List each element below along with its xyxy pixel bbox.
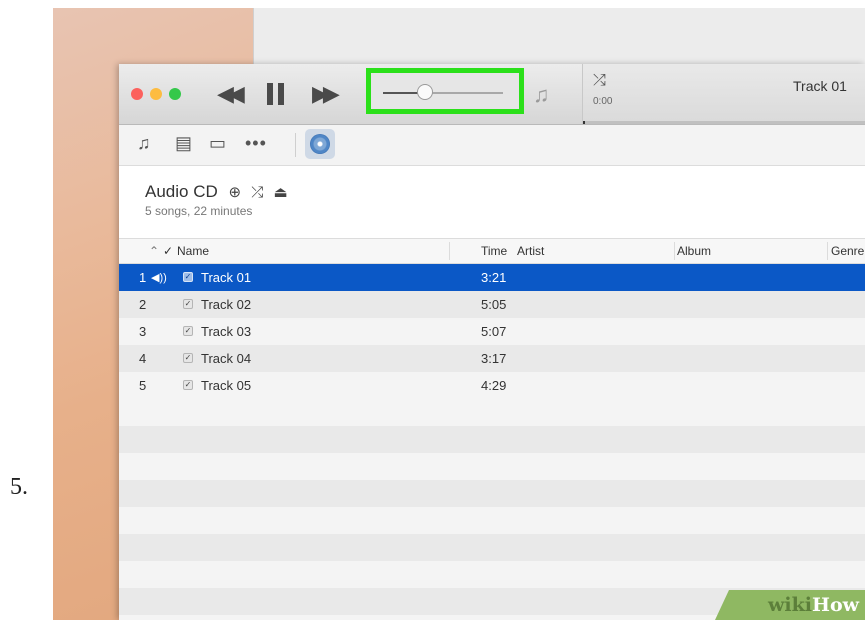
tv-icon[interactable]: ▭ [209,133,226,154]
music-note-icon[interactable]: ♫ [137,133,151,154]
track-name: Track 01 [201,270,252,285]
track-time: 3:21 [481,270,507,285]
sort-ascending-icon[interactable]: ⌃ [149,244,159,258]
track-checkbox[interactable]: ✓ [183,299,193,309]
column-artist[interactable]: Artist [517,244,544,258]
shuffle-icon[interactable]: ⤮ [251,184,266,201]
empty-row [119,399,865,426]
eject-icon[interactable]: ⏏ [273,184,290,201]
track-checkbox[interactable]: ✓ [183,326,193,336]
column-check[interactable]: ✓ [163,244,173,258]
pause-icon[interactable] [267,80,289,112]
table-header: ⌃ ✓ Name Time Artist Album Genre [119,238,865,264]
track-checkbox[interactable]: ✓ [183,272,193,282]
table-row[interactable]: 5 ✓ Track 05 4:29 [119,372,865,399]
screenshot-frame: ◀◀ ▶▶ ♫ ⤮ 0:00 Track 01 ♫ ▤ ▭ ••• Audio … [53,8,865,620]
add-icon[interactable]: ⊕ [229,184,245,201]
empty-rows [119,399,865,620]
source-header: Audio CD ⊕ ⤮ ⏏ 5 songs, 22 minutes [119,166,865,238]
minimize-button[interactable] [150,88,162,100]
wikihow-logo: wikiHow [768,594,859,616]
rewind-icon[interactable]: ◀◀ [217,80,245,108]
itunes-window: ◀◀ ▶▶ ♫ ⤮ 0:00 Track 01 ♫ ▤ ▭ ••• Audio … [119,64,865,620]
track-time: 5:07 [481,324,507,339]
speaker-icon: ◀)) [151,272,167,284]
table-row[interactable]: 2 ✓ Track 02 5:05 [119,291,865,318]
column-divider [674,242,675,260]
track-name: Track 05 [201,378,252,393]
table-row[interactable]: 4 ✓ Track 04 3:17 [119,345,865,372]
empty-row [119,534,865,561]
column-divider [827,242,828,260]
title-bar: ◀◀ ▶▶ ♫ ⤮ 0:00 Track 01 [119,64,865,125]
track-name: Track 04 [201,351,252,366]
audio-cd-icon[interactable] [305,129,335,159]
track-table: ⌃ ✓ Name Time Artist Album Genre 1 ◀)) ✓ Tr… [119,238,865,620]
track-rows: 1 ◀)) ✓ Track 01 3:21 2 ✓ Track 02 5:05 3 ✓ Track 0… [119,264,865,399]
column-album[interactable]: Album [677,244,711,258]
track-time: 5:05 [481,297,507,312]
shuffle-icon[interactable]: ⤮ [593,72,606,90]
track-index: 2 [139,297,147,312]
step-number: 5. [10,474,28,500]
track-time: 4:29 [481,378,507,393]
source-title: Audio CD [145,182,218,201]
track-name: Track 02 [201,297,252,312]
close-button[interactable] [131,88,143,100]
volume-knob[interactable] [417,84,433,100]
track-checkbox[interactable]: ✓ [183,353,193,363]
track-index: 5 [139,378,147,393]
track-index: 3 [139,324,147,339]
track-name: Track 03 [201,324,252,339]
empty-row [119,480,865,507]
background-window [253,8,865,68]
table-row[interactable]: 3 ✓ Track 03 5:07 [119,318,865,345]
track-checkbox[interactable]: ✓ [183,380,193,390]
track-index: 1 [139,270,147,285]
column-genre[interactable]: Genre [831,244,864,258]
track-index: 4 [139,351,147,366]
track-time: 3:17 [481,351,507,366]
playback-progress-fill [583,121,585,124]
now-playing-display: ⤮ 0:00 Track 01 [582,64,865,124]
column-name[interactable]: Name [177,244,209,258]
column-divider [449,242,450,260]
empty-row [119,426,865,453]
empty-row [119,507,865,534]
music-note-icon[interactable]: ♫ [533,82,550,108]
media-toolbar: ♫ ▤ ▭ ••• [119,125,865,166]
source-title-row: Audio CD ⊕ ⤮ ⏏ [145,182,291,202]
table-row[interactable]: 1 ◀)) ✓ Track 01 3:21 [119,264,865,291]
volume-slider-highlight [366,68,524,114]
now-playing-title: Track 01 [793,78,847,94]
zoom-button[interactable] [169,88,181,100]
film-icon[interactable]: ▤ [175,133,192,154]
more-icon[interactable]: ••• [245,133,267,154]
empty-row [119,453,865,480]
toolbar-divider [295,133,296,157]
playback-progress[interactable] [583,121,865,124]
column-time[interactable]: Time [481,244,507,258]
elapsed-time: 0:00 [593,96,613,107]
fast-forward-icon[interactable]: ▶▶ [312,80,340,108]
empty-row [119,561,865,588]
source-subtitle: 5 songs, 22 minutes [145,204,253,218]
cd-disc-icon [310,134,330,154]
